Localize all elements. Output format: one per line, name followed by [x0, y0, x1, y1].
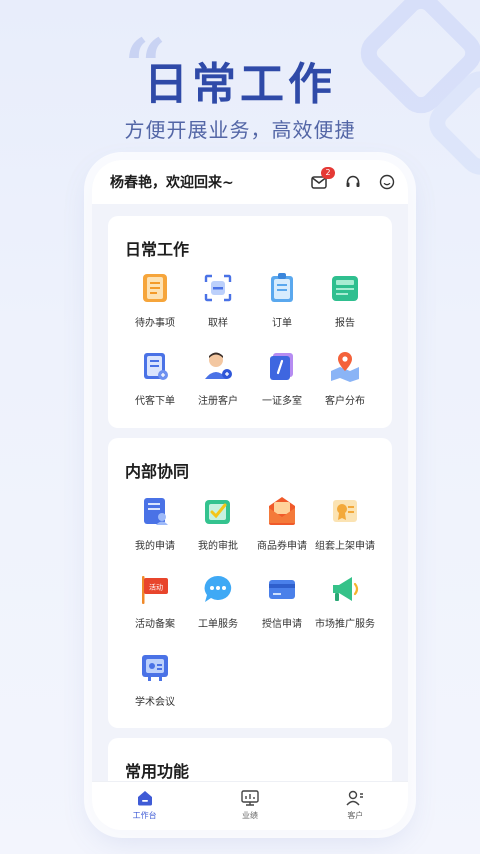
chat-bubble-icon: [204, 575, 232, 602]
top-bar: 杨春艳，欢迎回来~ 2: [92, 160, 408, 204]
grid-item-work-order-service[interactable]: 工单服务: [183, 572, 253, 630]
tab-label: 业绩: [241, 811, 258, 820]
grid-item-label: 组套上架申请: [315, 541, 375, 552]
grid-item-marketing-service[interactable]: 市场推广服务: [310, 572, 380, 630]
grid-item-label: 我的审批: [198, 541, 238, 552]
approval-icon: [205, 500, 230, 524]
grid-item-register-customer[interactable]: 注册客户: [183, 349, 253, 407]
grid-item-customer-distribution[interactable]: 客户分布: [310, 349, 380, 407]
hero-title: 日常工作: [144, 59, 336, 110]
grid-item-label: 市场推广服务: [315, 619, 375, 630]
tab-performance[interactable]: 业绩: [197, 782, 302, 830]
activity-flag-icon: 活动: [142, 576, 168, 604]
greeting-text: 杨春艳，欢迎回来~: [110, 175, 234, 191]
hero-subtitle: 方便开展业务，高效便捷: [124, 118, 356, 142]
grid-item-certificate[interactable]: 一证多室: [247, 349, 317, 407]
tab-label: 客户: [347, 811, 364, 820]
order-icon: [271, 273, 293, 302]
grid-item-label: 活动备案: [135, 619, 175, 630]
grid-item-label: 工单服务: [198, 619, 238, 630]
grid-item-my-applications[interactable]: 我的申请: [120, 494, 190, 552]
grid-item-credit-application[interactable]: 授信申请: [247, 572, 317, 630]
scan-icon: [204, 274, 232, 302]
grid-item-todo[interactable]: 待办事项: [120, 271, 190, 329]
megaphone-icon: [333, 577, 359, 601]
todo-icon: [143, 274, 167, 302]
card-icon: [269, 580, 295, 599]
proxy-order-icon: [144, 353, 168, 380]
headset-icon[interactable]: [342, 171, 364, 193]
grid-item-proxy-order[interactable]: 代客下单: [120, 349, 190, 407]
grid-item-order[interactable]: 订单: [247, 271, 317, 329]
section-title: 日常工作: [125, 240, 190, 259]
grid-item-label: 我的申请: [135, 541, 175, 552]
grid-item-report[interactable]: 报告: [310, 271, 380, 329]
grid-item-my-approvals[interactable]: 我的审批: [183, 494, 253, 552]
coupon-icon: [269, 497, 295, 525]
phone-screen: 杨春艳，欢迎回来~ 2 日常工作 待办事项 取样 订单 报告 代客下单 注册客户…: [92, 160, 408, 830]
mail-icon[interactable]: 2: [308, 167, 335, 193]
grid-item-label: 代客下单: [135, 396, 175, 407]
grid-item-label: 注册客户: [198, 396, 238, 407]
grid-item-label: 一证多室: [262, 396, 302, 407]
smiley-icon[interactable]: [376, 171, 398, 193]
grid-item-activity-filing[interactable]: 活动 活动备案: [120, 572, 190, 630]
report-icon: [332, 276, 358, 301]
daily-work-card: 日常工作 待办事项 取样 订单 报告 代客下单 注册客户 一证多室 客户分布: [108, 216, 392, 428]
grid-item-label: 商品券申请: [257, 541, 307, 552]
performance-icon: [241, 790, 259, 806]
application-icon: [144, 498, 168, 525]
customers-icon: [346, 790, 364, 806]
grid-item-label: 报告: [335, 318, 355, 329]
grid-item-label: 订单: [272, 318, 292, 329]
tab-customers[interactable]: 客户: [303, 782, 408, 830]
mail-badge: 2: [321, 167, 335, 179]
certificate-icon: [270, 353, 293, 380]
grid-item-label: 待办事项: [135, 318, 175, 329]
grid-item-coupon-application[interactable]: 商品券申请: [247, 494, 317, 552]
section-title: 常用功能: [125, 762, 190, 781]
grid-item-label: 取样: [208, 318, 228, 329]
grid-item-sampling[interactable]: 取样: [183, 271, 253, 329]
tab-workbench[interactable]: 工作台: [92, 782, 197, 830]
package-listing-icon: [333, 500, 357, 522]
tab-label: 工作台: [132, 811, 157, 820]
bottom-tab-bar: 工作台 业绩 客户: [92, 781, 408, 830]
conference-icon: [142, 655, 168, 681]
grid-item-academic-conference[interactable]: 学术会议: [120, 650, 190, 708]
grid-item-label: 学术会议: [135, 697, 175, 708]
grid-item-label: 授信申请: [262, 619, 302, 630]
register-customer-icon: [205, 352, 232, 379]
grid-item-package-listing[interactable]: 组套上架申请: [310, 494, 380, 552]
svg-text:活动: 活动: [149, 583, 163, 592]
section-title: 内部协同: [125, 462, 190, 481]
internal-collaboration-card: 内部协同 我的申请 我的审批 商品券申请 组套上架申请 活动 活动备案 工单服务…: [108, 438, 392, 728]
map-pin-icon: [331, 352, 359, 382]
home-icon: [137, 791, 152, 806]
grid-item-label: 客户分布: [325, 396, 365, 407]
